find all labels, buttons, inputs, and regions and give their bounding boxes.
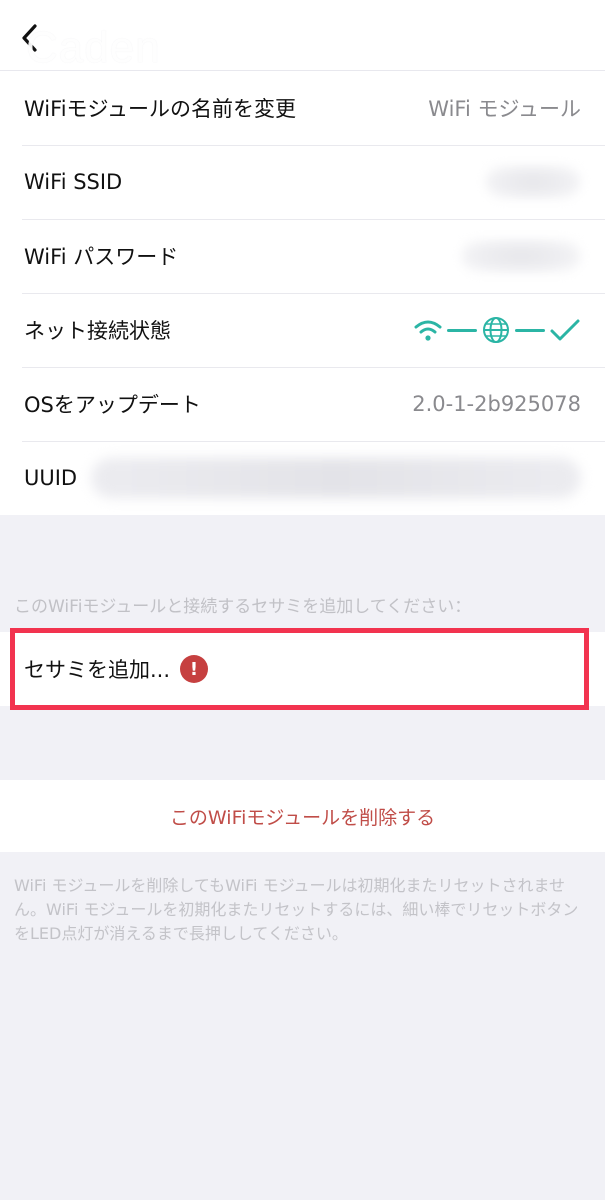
delete-module-label: このWiFiモジュールを削除する xyxy=(169,806,436,829)
delete-module-button[interactable]: このWiFiモジュールを削除する xyxy=(0,780,605,852)
alert-icon: ! xyxy=(180,655,209,683)
wifi-ssid-label: WiFi SSID xyxy=(24,170,123,194)
nav-bar: Caden xyxy=(0,0,605,72)
network-status-label: ネット接続状態 xyxy=(24,319,171,343)
sesame-section-header: このWiFiモジュールと接続するセサミを追加してください： xyxy=(14,597,472,617)
connection-line xyxy=(515,328,545,332)
add-sesame-row[interactable]: セサミを追加... ! xyxy=(0,632,605,706)
os-update-label: OSをアップデート xyxy=(24,393,201,417)
nav-title: Caden xyxy=(26,23,161,72)
uuid-blurred-value xyxy=(91,458,581,498)
add-sesame-label: セサミを追加... xyxy=(24,658,171,682)
uuid-row: UUID xyxy=(0,441,605,515)
uuid-label: UUID xyxy=(24,466,78,490)
wifi-icon xyxy=(414,320,442,341)
globe-icon xyxy=(483,317,509,343)
reset-instructions-note: WiFi モジュールを削除してもWiFi モジュールは初期化またリセットされませ… xyxy=(14,876,579,943)
back-button[interactable] xyxy=(14,20,44,56)
module-name-value: WiFi モジュール xyxy=(428,97,581,121)
wifi-password-blurred-value xyxy=(461,239,581,273)
network-status-row: ネット接続状態 xyxy=(0,293,605,367)
rename-module-row[interactable]: WiFiモジュールの名前を変更 WiFi モジュール xyxy=(0,71,605,145)
network-status-indicator xyxy=(413,315,581,345)
connection-line xyxy=(447,328,477,332)
wifi-ssid-blurred-value xyxy=(485,165,581,199)
chevron-left-icon xyxy=(22,24,37,52)
rename-module-label: WiFiモジュールの名前を変更 xyxy=(24,97,297,121)
checkmark-icon xyxy=(550,319,580,341)
os-update-row[interactable]: OSをアップデート 2.0-1-2b925078 xyxy=(0,367,605,441)
wifi-password-row[interactable]: WiFi パスワード xyxy=(0,219,605,293)
wifi-settings-group: WiFiモジュールの名前を変更 WiFi モジュール WiFi SSID WiF… xyxy=(0,70,605,515)
wifi-ssid-row[interactable]: WiFi SSID xyxy=(0,145,605,219)
os-version-value: 2.0-1-2b925078 xyxy=(412,392,581,416)
wifi-password-label: WiFi パスワード xyxy=(24,245,179,269)
